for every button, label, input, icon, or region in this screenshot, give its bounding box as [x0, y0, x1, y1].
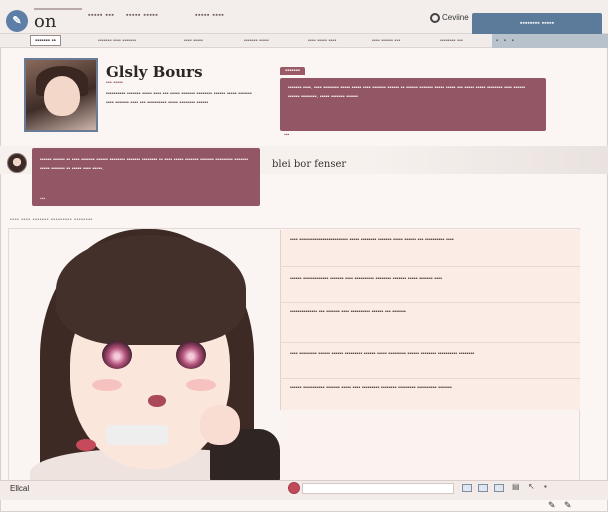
illustration-left-eye: [102, 341, 132, 369]
square-icon[interactable]: ▪: [544, 482, 547, 491]
subnav-link-2[interactable]: ▪▪▪▪ ▪▪▪▪▪: [184, 38, 203, 44]
illustration-hair-tie: [76, 439, 96, 451]
subnav-link-1[interactable]: ▪▪▪▪▪▪▪ ▪▪▪▪ ▪▪▪▪▪▪▪: [98, 38, 136, 44]
notes-divider: [280, 342, 580, 343]
subnav-link-4[interactable]: ▪▪▪▪ ▪▪▪▪▪ ▪▪▪▪: [308, 38, 336, 44]
tool-button-2[interactable]: [478, 484, 488, 492]
comment-tag[interactable]: ▪▪▪▪▪▪▪: [280, 67, 305, 75]
profile-avatar[interactable]: [24, 58, 98, 132]
profile-bio: ▪▪▪▪▪▪▪▪▪▪ ▪▪▪▪▪▪▪ ▪▪▪▪▪ ▪▪▪▪ ▪▪▪ ▪▪▪▪▪ …: [106, 91, 252, 106]
list-icon[interactable]: ▤: [512, 482, 520, 491]
illustration-hand: [200, 405, 240, 445]
search-icon[interactable]: [430, 13, 440, 23]
section-heading: blei bor fenser: [272, 159, 347, 170]
illustration-right-eye: [176, 341, 206, 369]
subbar-icons[interactable]: ▪ ▪ ▪: [496, 38, 516, 44]
note-item[interactable]: ▪▪▪▪ ▪▪▪▪▪▪▪▪▪ ▪▪▪▪▪▪ ▪▪▪▪▪▪ ▪▪▪▪▪▪▪▪▪ ▪…: [290, 350, 576, 359]
message-input[interactable]: [302, 483, 454, 494]
illustration-bangs: [56, 235, 246, 345]
subnav-link-5[interactable]: ▪▪▪▪ ▪▪▪▪▪▪ ▪▪▪: [372, 38, 400, 44]
notes-divider: [280, 302, 580, 303]
illustration-blush-left: [92, 379, 122, 391]
nav-item-1[interactable]: ▪▪▪▪▪ ▪▪▪: [88, 12, 114, 19]
subnav-link-3[interactable]: ▪▪▪▪▪▪▪ ▪▪▪▪▪: [244, 38, 269, 44]
nav-item-3[interactable]: ▪▪▪▪▪ ▪▪▪▪: [195, 12, 224, 19]
note-item[interactable]: ▪▪▪▪▪▪ ▪▪▪▪▪▪▪▪▪▪▪▪▪ ▪▪▪▪▪▪▪ ▪▪▪▪ ▪▪▪▪▪▪…: [290, 275, 576, 284]
notes-divider: [280, 266, 580, 267]
cursor-icon[interactable]: ↖: [528, 482, 535, 491]
illustration-blush-right: [186, 379, 216, 391]
note-item[interactable]: ▪▪▪▪▪▪▪▪▪▪▪▪▪▪ ▪▪▪ ▪▪▪▪▪▪▪ ▪▪▪▪ ▪▪▪▪▪▪▪▪…: [290, 308, 576, 317]
illustration-collar: [106, 425, 168, 445]
app-name: on: [34, 11, 57, 32]
comment-card-left: ▪▪▪▪▪▪ ▪▪▪▪▪▪ ▪▪ ▪▪▪▪ ▪▪▪▪▪▪▪ ▪▪▪▪▪▪ ▪▪▪…: [32, 148, 260, 206]
comment-card-right: ▪▪▪▪▪▪▪ ▪▪▪▪. ▪▪▪▪ ▪▪▪▪▪▪▪▪ ▪▪▪▪▪ ▪▪▪▪▪ …: [280, 78, 546, 131]
nav-item-2[interactable]: ▪▪▪▪▪ ▪▪▪▪▪: [126, 12, 158, 19]
search-label[interactable]: Ceviine: [442, 13, 469, 22]
character-illustration[interactable]: [10, 229, 282, 495]
notes-list: [280, 230, 580, 410]
comment-right-footer[interactable]: ▪▪▪: [284, 132, 289, 138]
pen-icon[interactable]: ✎ ✎: [548, 500, 575, 511]
tool-button-1[interactable]: [462, 484, 472, 492]
record-button[interactable]: [288, 482, 300, 494]
illustration-mouth: [148, 395, 166, 407]
note-item[interactable]: ▪▪▪▪▪▪ ▪▪▪▪▪▪▪▪▪▪▪ ▪▪▪▪▪▪▪ ▪▪▪▪▪ ▪▪▪▪ ▪▪…: [290, 384, 576, 393]
breadcrumb[interactable]: ▪▪▪▪▪▪▪ ▪▪: [30, 35, 61, 46]
profile-name: Glsly Bours: [106, 63, 203, 81]
divider-note: ▪▪▪▪ ▪▪▪▪ ▪▪▪▪▪▪▪ ▪▪▪▪▪▪▪▪▪ ▪▪▪▪▪▪▪▪: [10, 217, 93, 223]
notes-divider: [280, 378, 580, 379]
app-tagline-rule: [34, 8, 82, 10]
note-item[interactable]: ▪▪▪▪ ▪▪▪▪▪▪▪▪▪▪▪▪▪▪▪▪▪▪▪▪▪▪▪▪▪ ▪▪▪▪▪ ▪▪▪…: [290, 236, 576, 245]
account-button[interactable]: ▪▪▪▪▪▪▪▪ ▪▪▪▪▪: [472, 13, 602, 35]
app-logo-icon[interactable]: ✎: [6, 10, 28, 32]
commenter-avatar[interactable]: [7, 153, 27, 173]
tool-button-3[interactable]: [494, 484, 504, 492]
profile-handle[interactable]: ▪▪▪ ▪▪▪▪▪: [106, 80, 123, 86]
avatar-face: [44, 76, 80, 116]
subnav-link-6[interactable]: ▪▪▪▪▪▪▪▪ ▪▪▪: [440, 38, 463, 44]
bottom-label[interactable]: Ellcal: [10, 484, 29, 493]
comment-left-footer[interactable]: ▪▪▪: [40, 196, 45, 202]
